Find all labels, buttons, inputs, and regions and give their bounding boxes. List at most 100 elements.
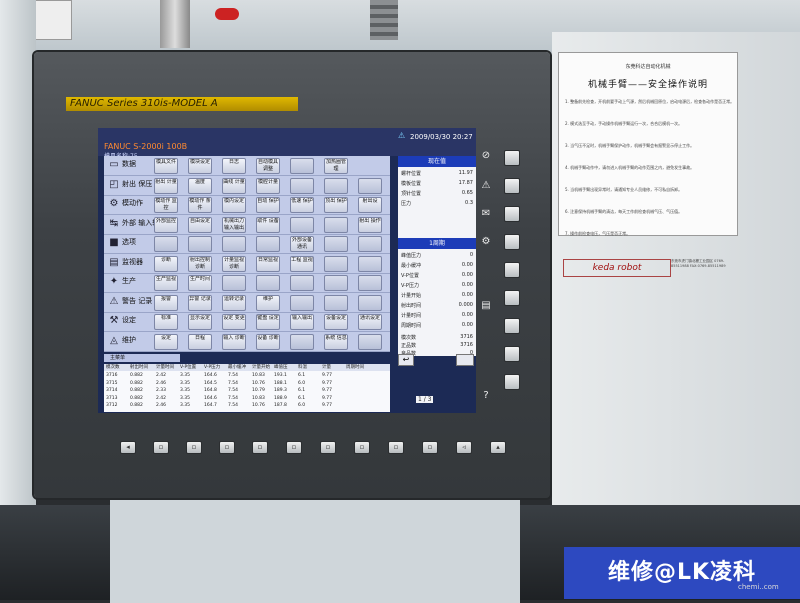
menu-button[interactable]: 温度 [188,177,212,194]
menu-button[interactable]: 射出控制 诊断 [188,255,212,272]
menu-button[interactable]: 系统 信息 [324,333,348,350]
menu-button[interactable]: 日常监视 [256,255,280,272]
sign-instruction-line: 5. 当机械手臂出现异常时，请通知专业人员维修，不可私自拆卸。 [565,187,683,192]
softkey-10[interactable]: ◃ [456,441,472,454]
menu-button[interactable]: 输入 诊断 [222,333,246,350]
menu-button[interactable]: 工程 监视 [290,255,314,272]
side-key-7[interactable] [504,318,520,334]
screen-toggle-button[interactable] [456,354,474,366]
menu-button[interactable]: 异警 记录 [188,294,212,311]
menu-button[interactable]: 机械出力 输入输出 [222,216,246,233]
side-key-8[interactable] [504,346,520,362]
side-key-2[interactable] [504,178,520,194]
menu-button[interactable]: 自动模具调整 [256,158,280,174]
menu-button[interactable]: 模动作 条件 [188,197,212,213]
menu-button[interactable]: 设定 变更 [222,314,246,330]
menu-button[interactable]: 取件 设备 [256,216,280,233]
menu-button[interactable]: 射出设 [358,197,382,213]
menu-button[interactable]: 加热圈管理 [324,158,348,174]
menu-row: ✦ 生产 生产监视 生产时间 [104,273,390,293]
softkey-7[interactable]: ▫ [354,441,370,454]
keda-robot-logo: keda robot [563,259,671,277]
side-key-9[interactable] [504,374,520,390]
menu-button[interactable]: 生产监视 [154,275,178,291]
menu-button[interactable]: 设备设定 [324,314,348,330]
menu-button[interactable]: 曲线 计量 [222,177,246,194]
softkey-3[interactable]: ▫ [219,441,235,454]
menu-button[interactable]: 日程 [188,333,212,350]
menu-button[interactable]: 模内设定 [222,197,246,213]
tab-main-menu[interactable]: 主菜单 [104,354,180,362]
menu-button[interactable] [290,275,314,291]
table-cell: 164.7 [204,403,217,408]
menu-button[interactable] [222,275,246,291]
menu-button[interactable]: 设定 [154,333,178,350]
softkey-1[interactable]: ▫ [153,441,169,454]
menu-button[interactable] [256,236,280,252]
menu-button[interactable] [358,255,382,272]
menu-button[interactable]: 模块设定 [188,158,212,174]
side-key-1[interactable] [504,150,520,166]
cycle-row: 峰值压力 0 [401,252,473,259]
menu-button[interactable] [290,177,314,194]
menu-button[interactable]: 模腔计量 [256,177,280,194]
menu-button[interactable] [324,255,348,272]
menu-button[interactable] [324,236,348,252]
menu-button[interactable]: 输入输出 [290,314,314,330]
menu-button[interactable]: 通讯设定 [358,314,382,330]
softkey-prev[interactable]: ◂ [120,441,136,454]
menu-button[interactable]: 键盘 设定 [256,314,280,330]
softkey-2[interactable]: ▫ [186,441,202,454]
menu-button[interactable]: 自动 保护 [256,197,280,213]
return-button[interactable]: ↩ [398,354,414,366]
side-key-5[interactable] [504,262,520,278]
menu-button[interactable]: 低速 保护 [290,197,314,213]
menu-button[interactable]: 显示设定 [188,314,212,330]
menu-button[interactable]: 模具文件 [154,158,178,174]
menu-button[interactable] [324,177,348,194]
softkey-4[interactable]: ▫ [252,441,268,454]
menu-button[interactable] [324,275,348,291]
softkey-8[interactable]: ▫ [388,441,404,454]
menu-button[interactable]: 自由设定 [188,216,212,233]
menu-button[interactable]: 外部监控 [154,216,178,233]
menu-button[interactable]: 顶出 保护 [324,197,348,213]
menu-button[interactable]: 报警 [154,294,178,311]
menu-button[interactable]: 运转记录 [222,294,246,311]
menu-button[interactable]: 射出 计量 [154,177,178,194]
menu-button[interactable] [290,294,314,311]
menu-button[interactable]: 标准 [154,314,178,330]
menu-button[interactable]: 诊断 [154,255,178,272]
side-key-4[interactable] [504,234,520,250]
menu-button[interactable]: 设备 诊断 [256,333,280,350]
menu-button[interactable]: 模动作 监控 [154,197,178,213]
menu-button[interactable] [358,294,382,311]
menu-button[interactable] [358,275,382,291]
menu-button[interactable] [358,177,382,194]
menu-button[interactable] [290,216,314,233]
side-key-6[interactable] [504,290,520,306]
softkey-next[interactable]: ▴ [490,441,506,454]
menu-button[interactable] [290,333,314,350]
side-key-3[interactable] [504,206,520,222]
softkey-5[interactable]: ▫ [286,441,302,454]
table-cell: 2.33 [156,388,167,393]
menu-button[interactable] [222,236,246,252]
softkey-9[interactable]: ▫ [422,441,438,454]
menu-button[interactable] [256,275,280,291]
menu-button[interactable]: 维护 [256,294,280,311]
menu-button[interactable] [188,236,212,252]
menu-button[interactable]: 射出 操作 [358,216,382,233]
menu-button[interactable]: 生产时间 [188,275,212,291]
menu-button[interactable]: 计量监视 诊断 [222,255,246,272]
menu-button[interactable]: 外部设备 通讯 [290,236,314,252]
menu-button[interactable] [324,216,348,233]
menu-button[interactable] [358,236,382,252]
menu-button[interactable] [154,236,178,252]
menu-button[interactable] [324,294,348,311]
menu-button[interactable] [290,158,314,174]
table-cell: 10.76 [252,403,265,408]
softkey-6[interactable]: ▫ [320,441,336,454]
menu-button[interactable]: 日志 [222,158,246,174]
menu-button[interactable] [358,333,382,350]
